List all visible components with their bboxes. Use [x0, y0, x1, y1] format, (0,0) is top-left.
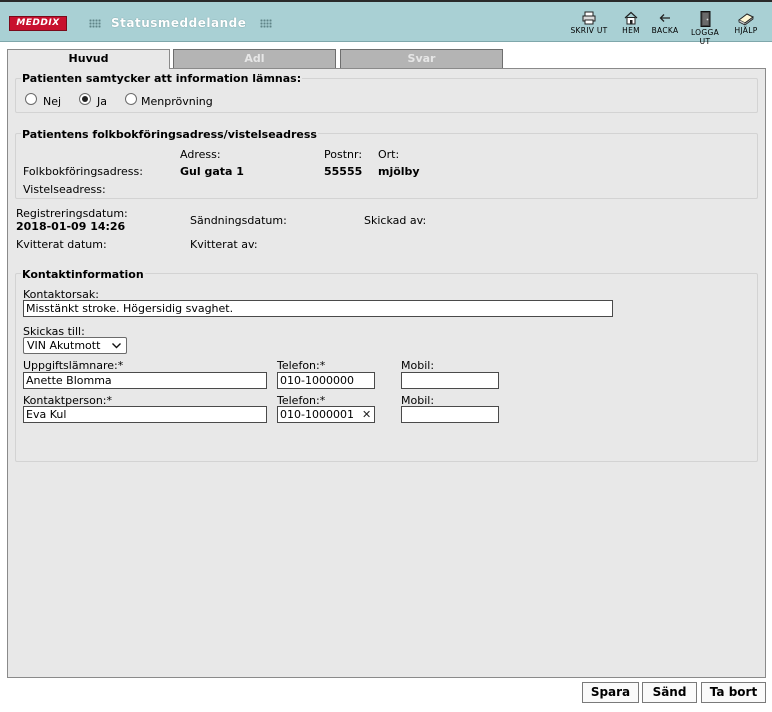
home-button[interactable]: HEM — [619, 11, 643, 39]
clear-input-icon[interactable]: ✕ — [362, 408, 371, 421]
phone1-label: Telefon:* — [277, 359, 326, 372]
consent-label-ja: Ja — [97, 95, 107, 108]
help-button[interactable]: HJÄLP — [728, 11, 764, 39]
registration-date-value: 2018-01-09 14:26 — [16, 220, 126, 233]
meddix-logo: MEDDIX — [9, 16, 67, 31]
printer-icon — [582, 11, 596, 25]
informant-label: Uppgiftslämnare:* — [23, 359, 124, 372]
app-title: Statusmeddelande — [111, 16, 247, 30]
consent-radio-nej[interactable] — [25, 93, 37, 105]
contact-legend: Kontaktinformation — [21, 268, 145, 281]
back-arrow-icon — [659, 14, 670, 22]
phone1-input[interactable] — [277, 372, 375, 389]
folkbok-label: Folkbokföringsadress: — [23, 165, 143, 178]
logout-button-label: LOGGA UT — [690, 28, 720, 46]
mobile2-input[interactable] — [401, 406, 499, 423]
phone2-input[interactable] — [277, 406, 375, 423]
tab-svar[interactable]: Svar — [340, 49, 503, 69]
save-button[interactable]: Spara — [582, 682, 639, 703]
mobile1-label: Mobil: — [401, 359, 435, 372]
consent-label-menprovning: Menprövning — [141, 95, 213, 108]
delete-button[interactable]: Ta bort — [701, 682, 766, 703]
consent-radio-ja[interactable] — [79, 93, 91, 105]
contact-reason-input[interactable] — [23, 300, 613, 317]
print-button-label: SKRIV UT — [570, 26, 608, 35]
tab-adl[interactable]: Adl — [173, 49, 336, 69]
back-button[interactable]: BACKA — [647, 11, 683, 39]
logout-door-icon — [700, 11, 711, 27]
folkbok-ort-value: mjölby — [378, 165, 420, 178]
help-book-icon — [738, 13, 754, 25]
drag-grip-icon — [260, 19, 272, 28]
print-button[interactable]: SKRIV UT — [566, 11, 612, 39]
ack-date-label: Kvitterat datum: — [16, 238, 107, 251]
consent-legend: Patienten samtycker att information lämn… — [21, 72, 303, 85]
send-button[interactable]: Sänd — [642, 682, 697, 703]
mobile1-input[interactable] — [401, 372, 499, 389]
app-header: MEDDIX Statusmeddelande SKRIV UT HEM BAC… — [0, 0, 772, 46]
send-date-label: Sändningsdatum: — [190, 214, 287, 227]
back-button-label: BACKA — [651, 26, 679, 35]
send-to-selected-value: VIN Akutmott — [27, 339, 101, 352]
folkbok-address-value: Gul gata 1 — [180, 165, 244, 178]
address-column-header: Adress: — [180, 148, 221, 161]
vistelse-label: Vistelseadress: — [23, 183, 106, 196]
contact-person-input[interactable] — [23, 406, 267, 423]
help-button-label: HJÄLP — [734, 26, 758, 35]
home-button-label: HEM — [622, 26, 640, 35]
sent-by-label: Skickad av: — [364, 214, 427, 227]
home-icon — [624, 11, 638, 25]
send-to-select[interactable]: VIN Akutmott — [23, 337, 127, 354]
consent-radio-menprovning[interactable] — [125, 93, 137, 105]
folkbok-postnr-value: 55555 — [324, 165, 363, 178]
postnr-column-header: Postnr: — [324, 148, 363, 161]
address-legend: Patientens folkbokföringsadress/vistelse… — [21, 128, 318, 141]
informant-input[interactable] — [23, 372, 267, 389]
drag-grip-icon — [89, 19, 101, 28]
tab-huvud[interactable]: Huvud — [7, 49, 170, 69]
ack-by-label: Kvitterat av: — [190, 238, 258, 251]
chevron-down-icon — [112, 343, 121, 349]
ort-column-header: Ort: — [378, 148, 400, 161]
consent-label-nej: Nej — [43, 95, 62, 108]
registration-date-label: Registreringsdatum: — [16, 207, 128, 220]
logout-button[interactable]: LOGGA UT — [686, 11, 724, 46]
